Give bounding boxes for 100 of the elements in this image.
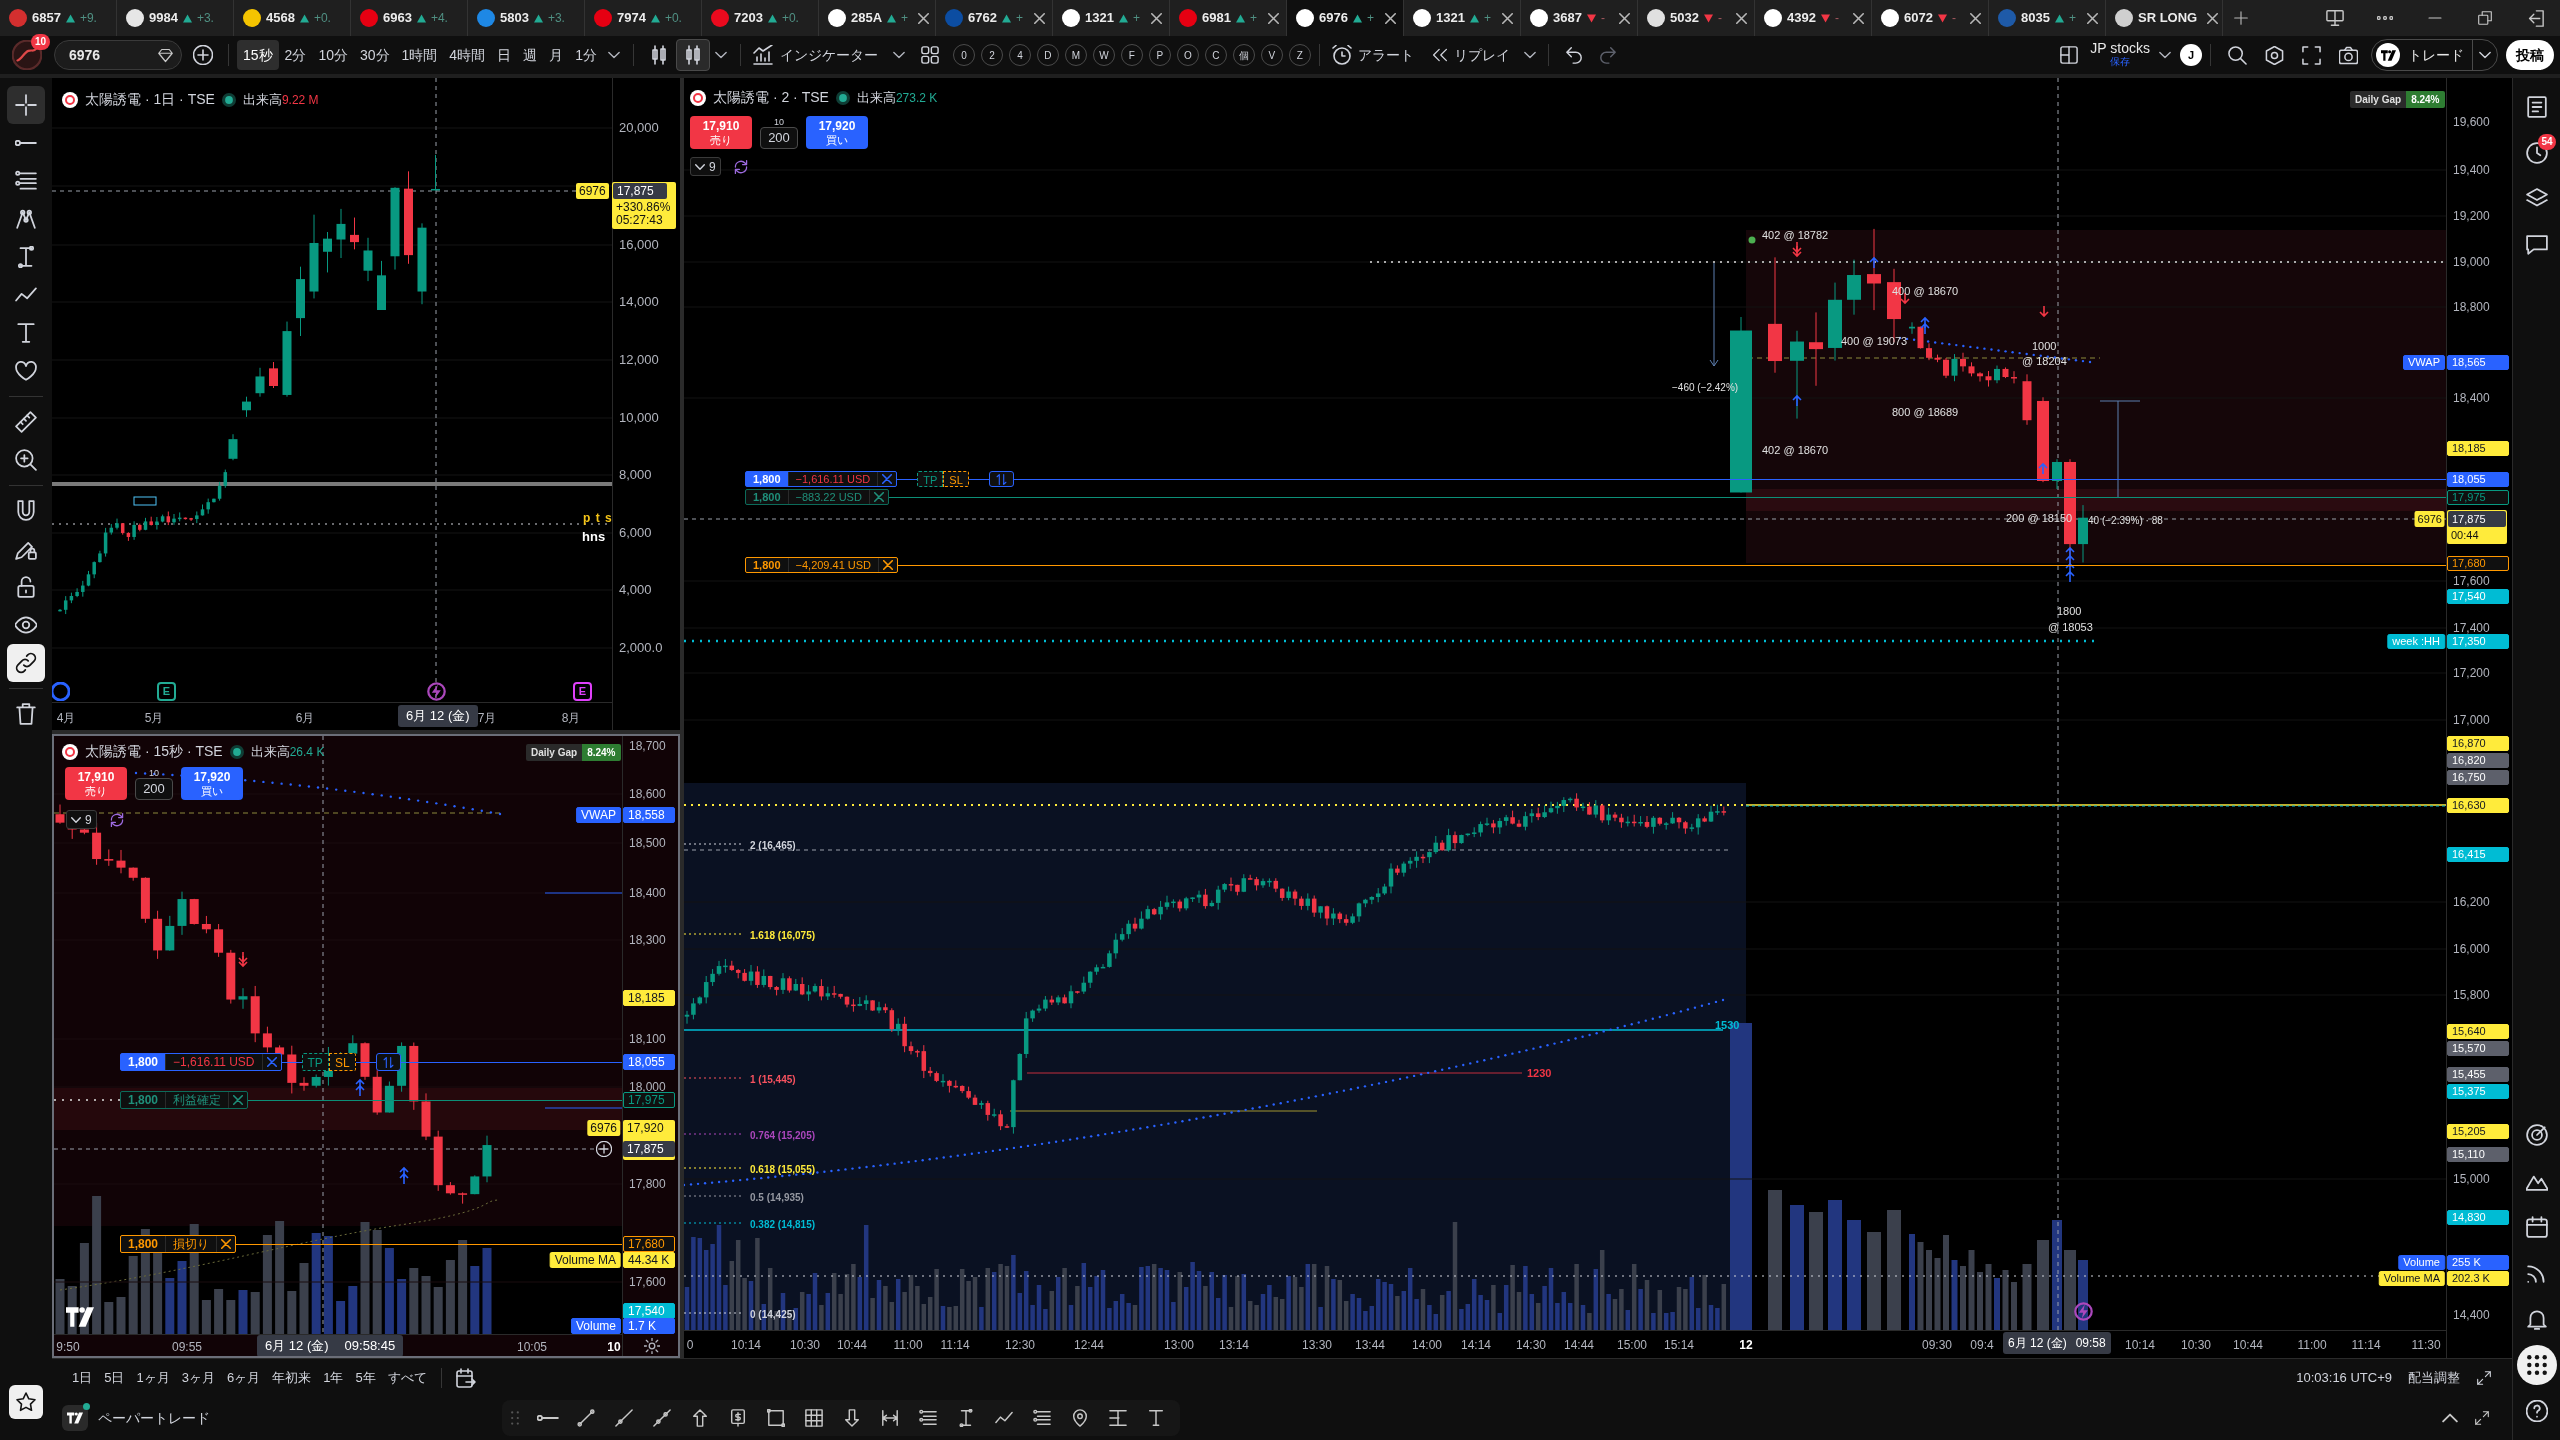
price-tick: 16,000 — [619, 238, 659, 252]
price-label: 17,680 — [2447, 556, 2509, 571]
horizontal-line-icon — [537, 1415, 559, 1421]
close-icon[interactable] — [918, 12, 930, 24]
expand-icon — [2475, 1411, 2489, 1425]
layout-name-button[interactable]: JP stocks 保存 — [2084, 41, 2156, 69]
range-button[interactable]: 3ヶ月 — [175, 1363, 221, 1392]
favorites-button[interactable] — [9, 1385, 43, 1419]
time-tick: 13:44 — [1355, 1337, 1385, 1354]
close-icon[interactable] — [1385, 12, 1396, 24]
pitchfork-icon — [15, 208, 37, 230]
price-tick: 18,600 — [629, 787, 666, 801]
drawing-tool-button[interactable] — [7, 86, 45, 124]
price-label: 16,415 — [2447, 847, 2509, 862]
replay-button[interactable]: リプレイ — [1427, 40, 1540, 70]
browser-tab[interactable]: 6976 + — [1287, 0, 1404, 36]
price-label: 14,830 — [2447, 1210, 2509, 1225]
interval-button[interactable]: 日 — [491, 40, 518, 70]
time-tick: 10:14 — [2125, 1337, 2155, 1354]
alert-button[interactable]: アラート — [1327, 40, 1418, 70]
range-button[interactable]: 1ヶ月 — [130, 1363, 176, 1392]
crosshair-date: 6月 12 (金) — [406, 707, 470, 726]
crosshair-price-label: 17,875 — [2448, 511, 2506, 527]
price-label: 15,455 — [2447, 1067, 2509, 1082]
close-icon[interactable] — [1268, 12, 1279, 24]
time-tick: 10:30 — [2181, 1337, 2211, 1354]
close-icon[interactable] — [1034, 12, 1045, 24]
range-button[interactable]: 1日 — [66, 1363, 99, 1392]
crosshair-date: 6月 12 (金) — [265, 1337, 329, 1356]
caret-icon — [714, 49, 727, 61]
price-label: 15,375 — [2447, 1084, 2509, 1099]
time-tick: 12 — [1739, 1337, 1753, 1354]
diamond-icon — [158, 47, 173, 63]
measure-icon — [15, 246, 37, 268]
time-tick: 09:30 — [1922, 1337, 1952, 1354]
publish-button[interactable]: 投稿 — [2506, 40, 2554, 70]
sidebar-button[interactable] — [2516, 1345, 2557, 1385]
minimize-icon — [2428, 17, 2442, 19]
time-tick: 14:44 — [1564, 1337, 1594, 1354]
help-icon — [2525, 1400, 2548, 1422]
price-label: 16,820 — [2447, 753, 2509, 768]
crosshair-price-label: 17,875 — [613, 183, 667, 199]
symbol-search-field[interactable]: 6976 — [54, 40, 182, 70]
close-icon[interactable] — [1502, 12, 1513, 24]
timezone-button[interactable]: 10:03:16 UTC+9 — [2290, 1367, 2398, 1388]
time-tick: 10:44 — [2233, 1337, 2263, 1354]
exit-icon — [2526, 9, 2544, 27]
price-tick: 12,000 — [619, 353, 659, 367]
user-avatar[interactable]: J — [2180, 44, 2202, 66]
range-button[interactable]: 5年 — [349, 1363, 382, 1392]
fullscreen-icon — [2302, 45, 2321, 65]
drawing-tool-button[interactable] — [7, 644, 45, 682]
sidebar-button[interactable]: 54 — [2516, 133, 2557, 173]
trash-icon — [15, 703, 37, 725]
range-button[interactable]: すべて — [381, 1363, 433, 1392]
interval-button[interactable]: 1分 — [569, 40, 603, 70]
interval-button[interactable]: 月 — [543, 40, 570, 70]
price-tick: 18,800 — [2453, 300, 2490, 314]
range-button[interactable]: 6ヶ月 — [220, 1363, 267, 1392]
price-tick: 19,400 — [2453, 163, 2490, 177]
last-price-detail: 05:27:43 — [616, 214, 663, 227]
close-icon[interactable] — [1853, 12, 1864, 24]
interval-button[interactable]: 4時間 — [443, 40, 492, 70]
price-label: 17,540 — [623, 1303, 675, 1319]
indicators-button[interactable]: インジケーター — [748, 40, 909, 70]
chart-style-button[interactable] — [675, 39, 710, 71]
price-tick: 17,000 — [2453, 713, 2490, 727]
price-tick: 18,100 — [629, 1032, 666, 1046]
time-tick: 12:44 — [1074, 1337, 1104, 1354]
time-tick: 14:14 — [1461, 1337, 1491, 1354]
horizontal-line-icon — [15, 140, 37, 146]
range-button[interactable]: 5日 — [98, 1363, 131, 1392]
close-icon[interactable] — [1151, 12, 1162, 24]
close-icon[interactable] — [2207, 12, 2219, 24]
range-button[interactable]: 1年 — [317, 1363, 350, 1392]
interval-button[interactable]: 15秒 — [237, 40, 279, 70]
interval-button[interactable]: 2分 — [278, 40, 313, 70]
drag-handle-icon[interactable] — [508, 1411, 522, 1425]
panel-title[interactable]: ペーパートレード — [98, 1407, 210, 1429]
notification-badge: 54 — [2538, 134, 2556, 150]
interval-button[interactable]: 週 — [517, 40, 544, 70]
interval-button[interactable]: 1時間 — [395, 40, 444, 70]
adjustment-button[interactable]: 配当調整 — [2398, 1367, 2470, 1388]
close-icon[interactable] — [1970, 12, 1981, 24]
close-icon[interactable] — [1619, 12, 1630, 24]
price-tick: 8,000 — [619, 468, 652, 482]
time-tick: 09:4 — [1970, 1337, 1994, 1354]
price-tick: 15,000 — [2453, 1172, 2490, 1186]
range-button[interactable]: 年初来 — [266, 1363, 318, 1392]
time-tick: 7月 — [477, 710, 497, 727]
interval-button[interactable]: 30分 — [353, 40, 396, 70]
price-tick: 10,000 — [619, 411, 659, 425]
table-icon — [805, 1409, 823, 1427]
close-icon[interactable] — [2087, 12, 2098, 24]
magnet-icon — [15, 500, 37, 522]
price-tick: 18,400 — [2453, 391, 2490, 405]
close-icon[interactable] — [1736, 12, 1747, 24]
price-label: 15,205 — [2447, 1124, 2509, 1139]
ray-icon — [615, 1409, 633, 1427]
interval-button[interactable]: 10分 — [312, 40, 354, 70]
